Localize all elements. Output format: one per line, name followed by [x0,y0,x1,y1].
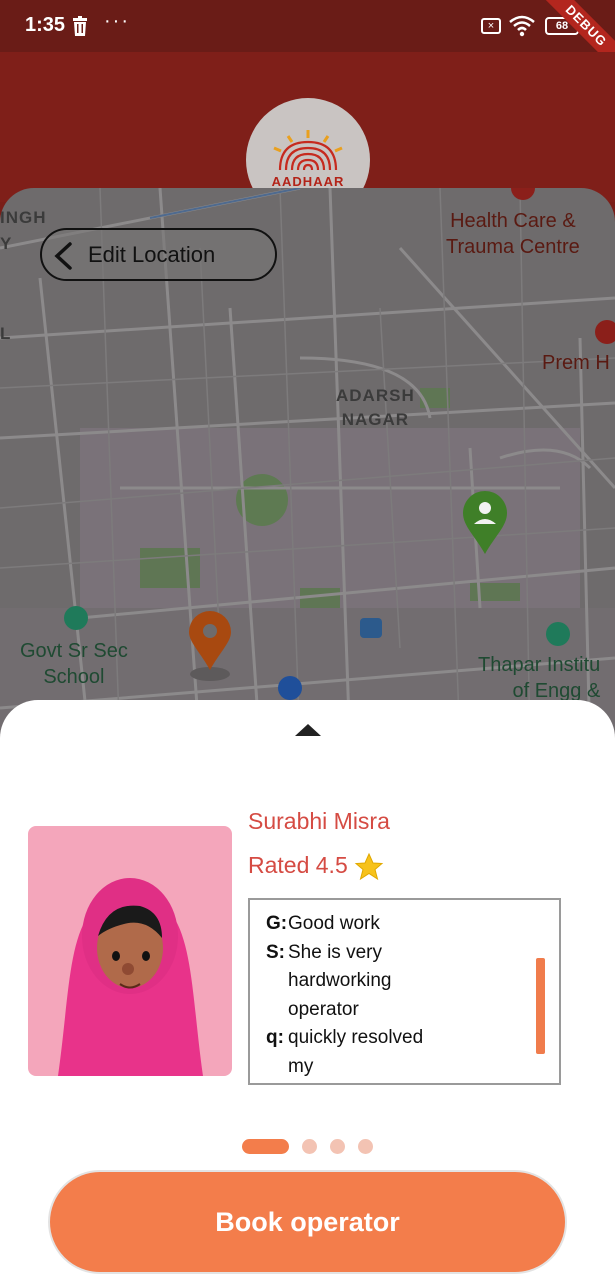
map-label-thapar: Thapar Institu of Engg & [478,654,601,702]
review-text: quickly resolved my [288,1027,424,1077]
review-text: Good work [288,913,380,934]
review-text: She is very hardworking operator [288,941,392,1020]
status-bar: 1:35 ··· × 68 DEBUG [0,0,615,80]
app-header: AADHAAR [0,52,615,222]
reviews-box[interactable]: G: Good work S: She is very hardworking … [248,898,561,1085]
map-label-l: L [0,324,12,343]
operator-name: Surabhi Misra [248,808,390,834]
trash-icon [73,16,87,36]
map-label-y: Y [0,234,13,253]
carousel-dot[interactable] [302,1139,317,1154]
map-view[interactable]: INGH Y L Health Care & Trauma Centre Pre… [0,188,615,748]
carousel-dot[interactable] [358,1139,373,1154]
operator-rating: Rated 4.5 [248,852,348,878]
status-time: 1:35 [25,14,66,36]
carousel-dot[interactable] [330,1139,345,1154]
map-label-singh: INGH [0,208,47,227]
more-dots-icon: ··· [104,10,130,32]
map-label-govt-school: Govt Sr Sec School [20,640,128,688]
no-sim-icon: × [481,18,501,34]
review-initial: S: [266,941,285,963]
review-initial: G: [266,913,288,934]
review-initial: q: [266,1027,284,1048]
chevron-left-icon [54,242,72,270]
sheet-expand-icon[interactable] [295,724,321,736]
star-icon [354,852,384,881]
fingerprint-sun-icon [273,130,343,171]
review-item: q: quickly resolved my [266,1024,436,1081]
review-item: G: Good work [266,910,516,939]
edit-location-button[interactable]: Edit Location [40,228,277,281]
operator-bottom-sheet: Surabhi Misra Rated 4.5 G: Good work S: … [0,700,615,1280]
wifi-icon [509,15,535,37]
edit-location-label: Edit Location [88,242,216,267]
carousel-dot-active[interactable] [242,1139,289,1154]
reviews-scrollbar[interactable] [536,958,545,1054]
map-label-health-care: Health Care & Trauma Centre [446,210,580,258]
book-operator-button[interactable]: Book operator [48,1170,567,1274]
map-label-adarsh-nagar: ADARSH NAGAR [336,386,415,429]
review-item: S: She is very hardworking operator [266,939,436,1025]
operator-photo [28,826,232,1076]
user-location-pin[interactable] [460,488,510,556]
map-label-prem: Prem H [542,352,610,374]
operator-location-pin[interactable] [186,608,234,682]
logo-text: AADHAAR [271,174,345,189]
